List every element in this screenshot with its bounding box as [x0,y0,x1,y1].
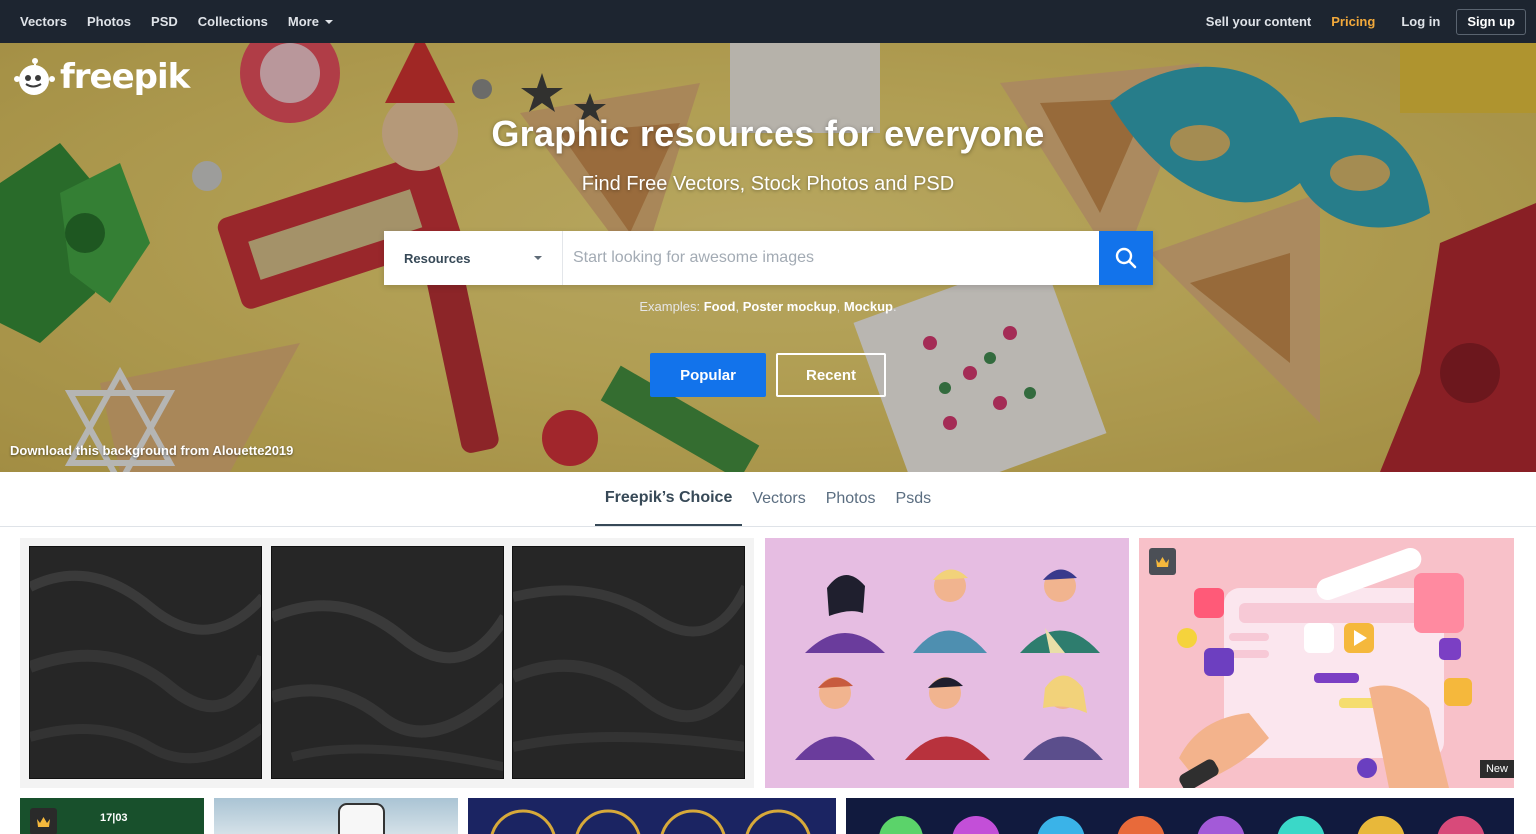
nav-photos[interactable]: Photos [77,0,141,43]
chevron-down-icon [324,19,333,24]
freepik-logo[interactable]: freepik [14,57,190,97]
nav-login[interactable]: Log in [1391,0,1450,43]
popular-button[interactable]: Popular [650,353,766,397]
nav-left-group: Vectors Photos PSD Collections More [10,0,343,43]
hero-title: Graphic resources for everyone [491,113,1045,154]
texture-thumbnail [29,546,262,779]
freepik-logo-text: freepik [60,57,190,97]
signup-button[interactable]: Sign up [1456,8,1526,35]
person-figure [805,574,885,653]
crown-icon [1156,556,1169,567]
separator: . [893,299,897,314]
nav-vectors[interactable]: Vectors [10,0,77,43]
search-examples: Examples: Food, Poster mockup, Mockup. [0,299,1536,314]
separator: , [735,299,740,314]
search-bar: Resources [384,231,1153,285]
nav-psd[interactable]: PSD [141,0,188,43]
search-icon [1115,247,1137,269]
tab-photos[interactable]: Photos [816,472,886,526]
freepik-logo-icon [14,58,55,95]
phone-mockup-image [338,803,385,834]
person-figure [1023,675,1103,760]
wrinkle-texture [513,584,744,752]
nav-more-dropdown[interactable]: More [278,0,343,43]
tab-vectors[interactable]: Vectors [742,472,815,526]
tab-psds[interactable]: Psds [886,472,942,526]
hero-banner: freepik Graphic resources for everyone F… [0,43,1536,472]
card-date-text: 17|03 [100,812,128,824]
resource-type-label: Resources [404,250,471,266]
examples-label: Examples: [639,299,701,314]
resource-card-phone-mockup[interactable] [214,798,458,834]
top-navigation: Vectors Photos PSD Collections More Sell… [0,0,1536,43]
chevron-down-icon [534,256,542,260]
premium-crown-badge [30,808,57,834]
person-figure [905,677,990,760]
example-link-mockup[interactable]: Mockup [844,299,893,314]
gold-frames-image [490,809,811,834]
resource-card-game-planets[interactable] [846,798,1514,834]
new-badge: New [1479,760,1514,778]
person-figure [795,677,875,760]
search-input[interactable] [563,231,1099,285]
resource-card-people-illustrations[interactable] [765,538,1129,788]
separator: , [836,299,841,314]
resource-card-paper-textures[interactable] [20,538,754,788]
tab-freepiks-choice[interactable]: Freepik’s Choice [594,472,743,526]
person-figure [1020,569,1100,653]
nav-more-label: More [287,14,319,29]
3d-interface-illustration [1177,547,1472,788]
resource-card-3d-app-interface[interactable]: New [1139,538,1514,788]
wrinkle-texture [272,600,503,772]
example-link-food[interactable]: Food [704,299,736,314]
resource-card-st-patricks[interactable]: 17|03 [20,798,204,834]
premium-crown-badge [1149,548,1176,575]
resource-type-select[interactable]: Resources [384,231,563,285]
people-illustration [795,569,1103,760]
game-planets-image [879,816,1485,834]
nav-right-group: Sell your content Pricing Log in Sign up [1196,0,1526,43]
search-button[interactable] [1099,231,1153,285]
recent-button[interactable]: Recent [776,353,886,397]
wrinkle-texture [30,570,261,764]
person-figure [913,569,987,653]
background-credit-link[interactable]: Download this background from Alouette20… [10,443,293,458]
resource-card-gold-frames[interactable] [468,798,836,834]
nav-sell-content[interactable]: Sell your content [1196,0,1321,43]
example-link-poster-mockup[interactable]: Poster mockup [743,299,837,314]
texture-thumbnail [271,546,504,779]
content-tabs: Freepik’s Choice Vectors Photos Psds [0,472,1536,527]
crown-icon [37,816,50,827]
nav-pricing[interactable]: Pricing [1321,0,1385,43]
hero-subtitle: Find Free Vectors, Stock Photos and PSD [581,173,955,195]
nav-collections[interactable]: Collections [188,0,278,43]
texture-thumbnail [512,546,745,779]
